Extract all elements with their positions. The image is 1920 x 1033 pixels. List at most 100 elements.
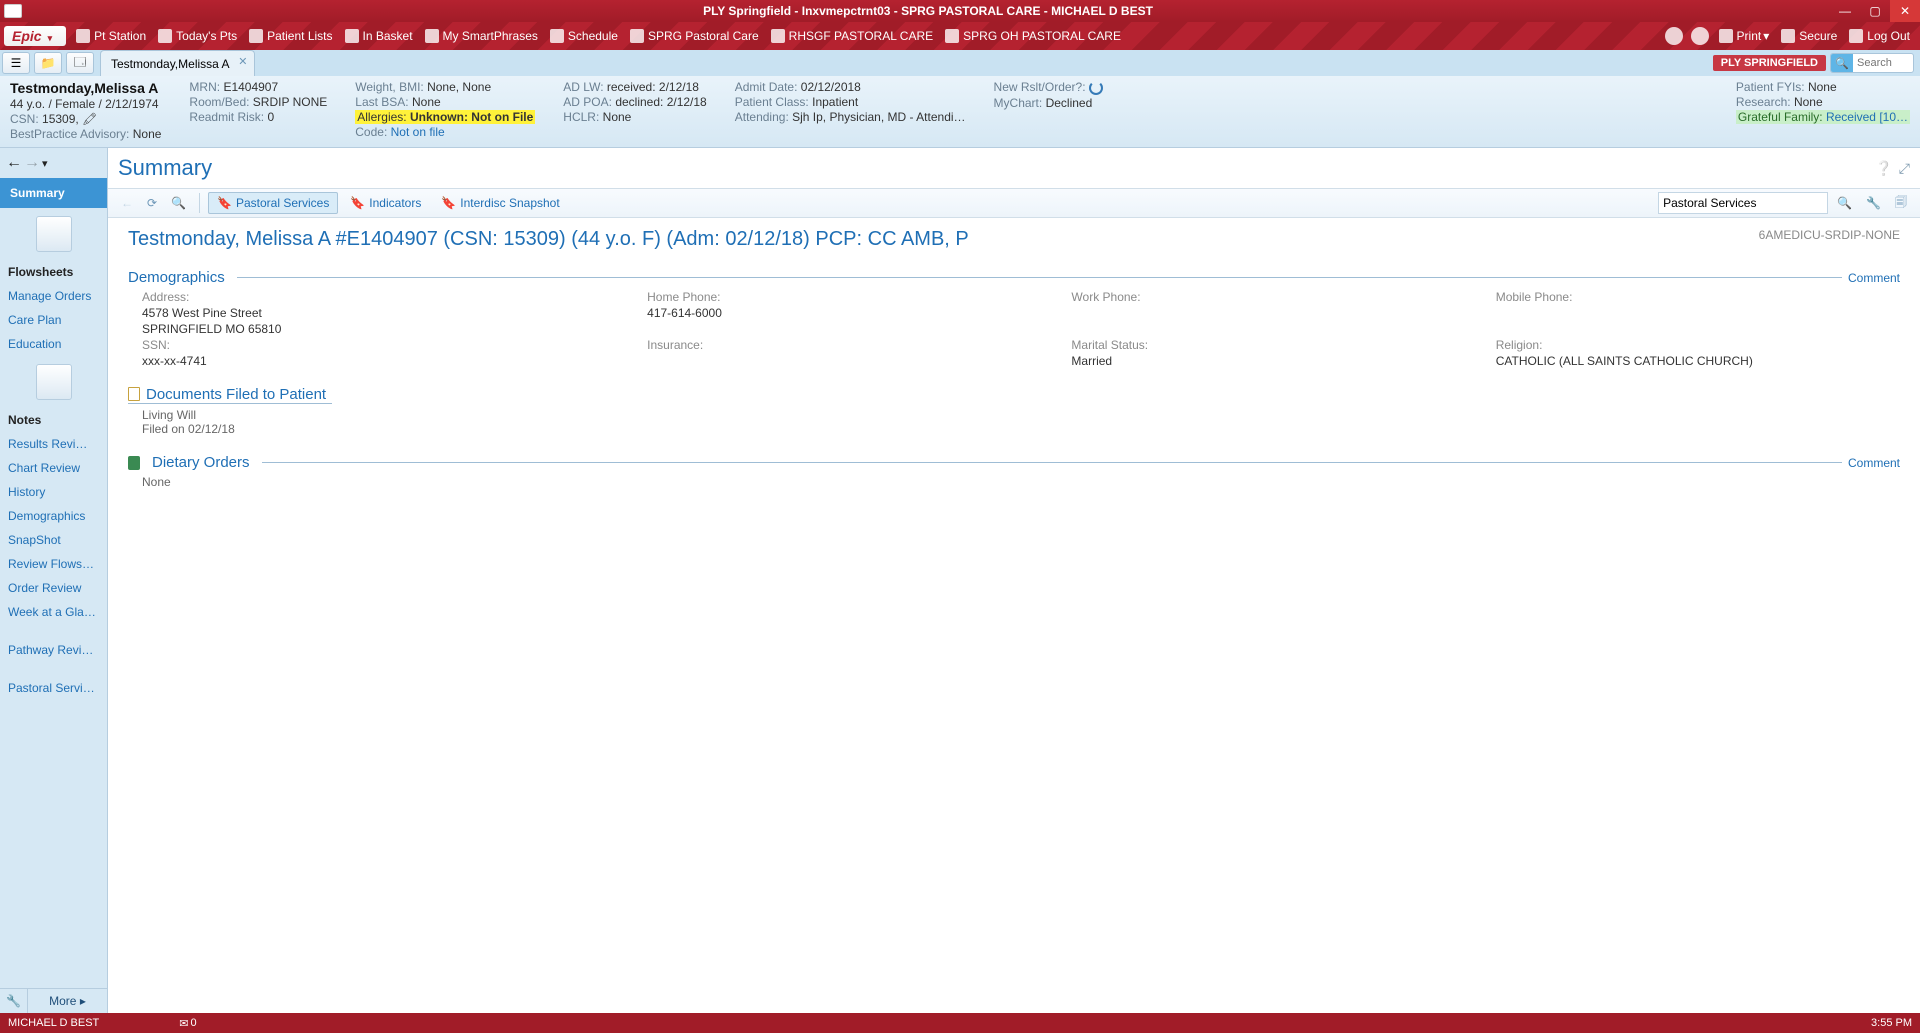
adlw-value: received: 2/12/18 [607, 80, 699, 94]
activity-icon-notes[interactable] [0, 356, 107, 408]
link-blank1 [0, 624, 107, 638]
toolbar-patient-lists[interactable]: Patient Lists [243, 22, 338, 50]
label-home-phone: Home Phone: [647, 290, 1051, 304]
toolbar-label: Schedule [568, 29, 618, 43]
wrench-icon[interactable] [1691, 27, 1709, 45]
globe-icon[interactable] [1665, 27, 1683, 45]
main-toolbar: Epic Pt Station Today's Pts Patient List… [0, 22, 1920, 50]
toolbar-logout[interactable]: Log Out [1843, 22, 1916, 50]
report-refresh-icon[interactable]: ⟳ [142, 193, 162, 213]
statusbar-mail[interactable]: ✉0 [179, 1017, 196, 1030]
minimize-button[interactable]: — [1830, 0, 1860, 22]
tab-interdisc-snapshot[interactable]: 🔖 Interdisc Snapshot [433, 193, 567, 213]
toolbar-schedule[interactable]: Schedule [544, 22, 624, 50]
logout-icon [1849, 29, 1863, 43]
toolbar-in-basket[interactable]: In Basket [339, 22, 419, 50]
workspace-search-input[interactable] [1853, 57, 1913, 69]
label-address: Address: [142, 290, 627, 304]
link-review-flows[interactable]: Review Flows… [0, 552, 107, 576]
workspace-search[interactable]: 🔍 [1830, 53, 1914, 73]
bsa-value: None [412, 95, 441, 109]
statusbar-time: 3:55 PM [1871, 1017, 1912, 1029]
value-marital: Married [1071, 354, 1475, 368]
help-icon[interactable]: ❔ [1875, 160, 1892, 177]
link-demographics[interactable]: Demographics [0, 504, 107, 528]
report-copy-icon[interactable]: 🗐 [1890, 190, 1912, 217]
comment-link[interactable]: Comment [1848, 271, 1900, 285]
link-care-plan[interactable]: Care Plan [0, 308, 107, 332]
workspace-btn-2[interactable]: 📁 [34, 52, 62, 74]
close-button[interactable]: ✕ [1890, 0, 1920, 22]
facility-badge: PLY SPRINGFIELD [1713, 55, 1826, 71]
workspace-tab-patient[interactable]: Testmonday,Melissa A ✕ [100, 50, 255, 76]
report-search-icon[interactable]: 🔍 [166, 193, 191, 213]
section-notes[interactable]: Notes [0, 408, 107, 432]
report-wrench-icon[interactable]: 🔧 [1861, 193, 1886, 213]
toolbar-pt-station[interactable]: Pt Station [70, 22, 152, 50]
bpa-label: BestPractice Advisory: [10, 127, 129, 141]
refresh-icon[interactable] [1089, 81, 1103, 95]
toolbar-secure[interactable]: Secure [1775, 22, 1843, 50]
toolbar-sprg-pastoral[interactable]: SPRG Pastoral Care [624, 22, 765, 50]
epic-logo-menu[interactable]: Epic [4, 26, 66, 46]
comment-link-diet[interactable]: Comment [1848, 456, 1900, 470]
toolbar-todays-pts[interactable]: Today's Pts [152, 22, 243, 50]
admit-label: Admit Date: [735, 80, 798, 94]
nav-back-button[interactable]: ← [6, 154, 22, 172]
section-flowsheets[interactable]: Flowsheets [0, 260, 107, 284]
report-selector-input[interactable] [1658, 192, 1828, 214]
link-manage-orders[interactable]: Manage Orders [0, 284, 107, 308]
statusbar-user: MICHAEL D BEST [8, 1017, 99, 1029]
link-order-review[interactable]: Order Review [0, 576, 107, 600]
link-pathway-review[interactable]: Pathway Revi… [0, 638, 107, 662]
readmit-label: Readmit Risk: [189, 110, 264, 124]
patient-name: Testmonday,Melissa A [10, 80, 161, 96]
sidebar-more-button[interactable]: More ▸ [28, 989, 107, 1013]
toolbar-label: Print [1737, 29, 1762, 43]
link-history[interactable]: History [0, 480, 107, 504]
link-chart-review[interactable]: Chart Review [0, 456, 107, 480]
toolbar-rhsgf-pastoral[interactable]: RHSGF PASTORAL CARE [765, 22, 939, 50]
report-title: Testmonday, Melissa A #E1404907 (CSN: 15… [128, 228, 1900, 251]
maximize-button[interactable]: ▢ [1860, 0, 1890, 22]
nav-history-dropdown[interactable]: ▾ [42, 157, 48, 170]
link-results-review[interactable]: Results Revi… [0, 432, 107, 456]
link-snapshot[interactable]: SnapShot [0, 528, 107, 552]
link-pastoral-services[interactable]: Pastoral Servi… [0, 676, 107, 700]
workspace-tab-close[interactable]: ✕ [238, 55, 247, 68]
fyi-label: Patient FYIs: [1736, 80, 1805, 94]
fullscreen-icon[interactable]: ⤢ [1899, 160, 1910, 177]
search-icon[interactable]: 🔍 [1831, 54, 1853, 72]
csn-value: 15309, [42, 112, 79, 126]
label-marital: Marital Status: [1071, 338, 1475, 352]
tab-pastoral-services[interactable]: 🔖Pastoral Services [208, 192, 338, 214]
toolbar-smartphrases[interactable]: My SmartPhrases [419, 22, 544, 50]
tab-label: Interdisc Snapshot [460, 196, 559, 210]
workspace-bar: ☰ 📁 🗔 Testmonday,Melissa A ✕ PLY SPRINGF… [0, 50, 1920, 76]
mychart-label: MyChart: [994, 96, 1043, 110]
notes-icon [36, 364, 72, 400]
adpoa-label: AD POA: [563, 95, 612, 109]
report-body: 6AMEDICU-SRDIP-NONE Testmonday, Melissa … [108, 218, 1920, 1013]
grateful-link[interactable]: Received [10… [1826, 110, 1908, 124]
tab-indicators[interactable]: 🔖Indicators [342, 193, 429, 213]
report-tabstrip: ← ⟳ 🔍 🔖Pastoral Services 🔖Indicators 🔖 In… [108, 188, 1920, 218]
report-selector-search-icon[interactable]: 🔍 [1832, 193, 1857, 213]
link-week-glance[interactable]: Week at a Gla… [0, 600, 107, 624]
code-link[interactable]: Not on file [391, 125, 445, 139]
workspace-btn-1[interactable]: ☰ [2, 52, 30, 74]
sidebar-settings-button[interactable]: 🔧 [0, 989, 28, 1013]
label-religion: Religion: [1496, 338, 1900, 352]
workspace-btn-3[interactable]: 🗔 [66, 52, 94, 74]
toolbar-label: Patient Lists [267, 29, 332, 43]
link-education[interactable]: Education [0, 332, 107, 356]
bookmark-icon: 🔖 [441, 196, 456, 210]
toolbar-label: In Basket [363, 29, 413, 43]
toolbar-print[interactable]: Print▾ [1713, 22, 1776, 50]
toolbar-sprg-oh-pastoral[interactable]: SPRG OH PASTORAL CARE [939, 22, 1127, 50]
activity-summary[interactable]: Summary [0, 178, 107, 208]
mychart-value: Declined [1046, 96, 1093, 110]
nav-forward-button[interactable]: → [24, 154, 40, 172]
activity-icon-flowsheets[interactable] [0, 208, 107, 260]
report-back-icon[interactable]: ← [116, 193, 138, 213]
